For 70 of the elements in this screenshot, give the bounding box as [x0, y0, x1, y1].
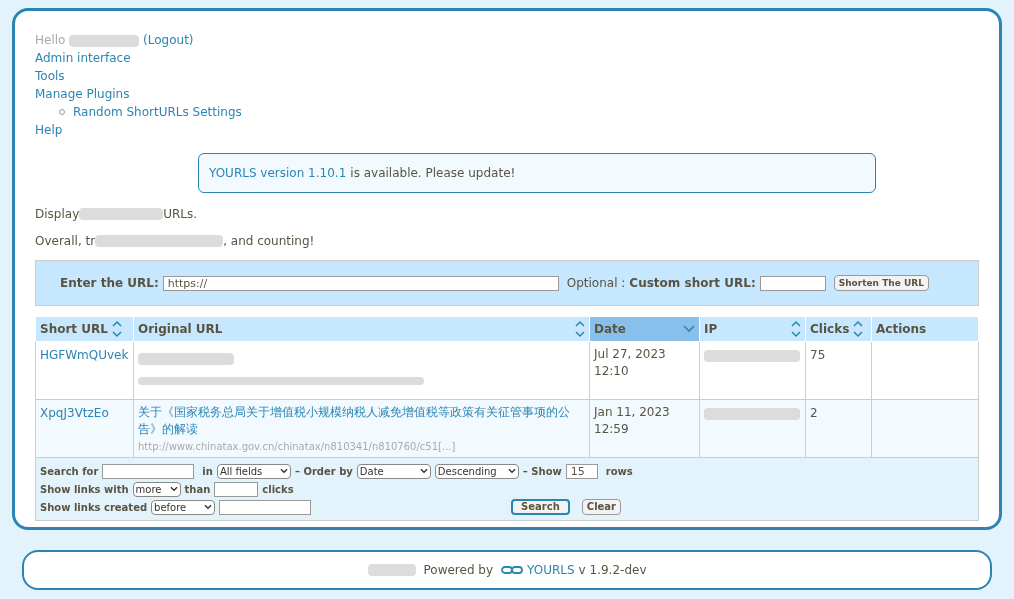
column-header[interactable]: IP: [699, 316, 806, 342]
stats-text: URLs.: [163, 206, 198, 223]
stats-text: Overall, tr: [35, 233, 96, 250]
yourls-link[interactable]: YOURLS: [527, 561, 575, 579]
optional-label: Optional :: [566, 275, 626, 292]
logout-link[interactable]: (Logout): [143, 33, 194, 47]
clicks-count: 2: [810, 406, 818, 420]
greeting-text: Hello: [35, 33, 66, 47]
clicks-field[interactable]: [214, 481, 259, 497]
field-select[interactable]: All fields: [216, 463, 291, 479]
redacted-block: [367, 564, 416, 576]
order-select[interactable]: Date: [356, 463, 431, 479]
date-text: Jul 27, 2023: [594, 346, 667, 363]
page-title-link[interactable]: 关于《国家税务总局关于增值税小规模纳税人减免增值税等政策有关征管事项的公告》的解读: [138, 404, 585, 438]
stats-text: Display: [35, 206, 80, 223]
filter-label: – Order by: [294, 464, 353, 479]
column-header: Actions: [871, 316, 979, 342]
filter-label: Show links created: [40, 500, 148, 515]
column-header[interactable]: Date: [589, 316, 700, 342]
sort-arrows-icon: [791, 320, 801, 338]
url-field[interactable]: https://: [162, 275, 559, 291]
direction-select[interactable]: Descending: [434, 463, 519, 479]
search-button[interactable]: Search: [511, 499, 570, 515]
filter-label: than: [184, 482, 211, 497]
original-url: http://www.chinatax.gov.cn/chinatax/n810341/n810760/c51[...]: [138, 440, 457, 454]
clear-button[interactable]: Clear: [581, 499, 622, 515]
stats-text: , and counting!: [223, 233, 315, 250]
nav-link[interactable]: Help: [35, 123, 63, 137]
url-label: Enter the URL:: [60, 275, 159, 292]
sort-arrows-icon: [575, 320, 585, 338]
filter-label: rows: [605, 464, 633, 479]
filter-label: Search for: [40, 464, 99, 479]
nav-link[interactable]: Tools: [35, 69, 65, 83]
filter-label: in: [202, 464, 213, 479]
caret-icon: [507, 468, 516, 474]
column-header[interactable]: Short URL: [35, 316, 134, 342]
powered-by-text: Powered by: [423, 562, 494, 579]
date-text: Jan 11, 2023: [594, 404, 671, 421]
caret-icon: [279, 468, 288, 474]
version-text: v 1.9.2-dev: [578, 562, 647, 579]
custom-url-field[interactable]: [759, 275, 826, 291]
time-text: 12:59: [594, 421, 630, 438]
caret-icon: [204, 504, 213, 510]
column-header[interactable]: Clicks: [805, 316, 872, 342]
caret-icon: [169, 486, 178, 492]
search-field[interactable]: [102, 463, 195, 479]
filter-label: clicks: [262, 482, 294, 497]
filter-label: Show links with: [40, 482, 129, 497]
nav-link[interactable]: Manage Plugins: [35, 87, 130, 101]
filter-label: – Show: [522, 464, 562, 479]
caret-icon: [419, 468, 428, 474]
comparison-select[interactable]: more: [132, 481, 181, 497]
short-url-link[interactable]: XpqJ3VtzEo: [40, 406, 109, 420]
time-range-select[interactable]: before: [151, 499, 216, 515]
nav-link[interactable]: Admin interface: [35, 51, 131, 65]
column-header[interactable]: Original URL: [133, 316, 590, 342]
shorten-button[interactable]: Shorten The URL: [833, 275, 929, 291]
time-text: 12:10: [594, 363, 630, 380]
link-icon: [501, 565, 524, 575]
notice-text: is available. Please update!: [350, 165, 516, 182]
clicks-count: 75: [810, 348, 826, 362]
rows-field[interactable]: 15: [565, 463, 598, 479]
chevron-down-icon: [683, 325, 695, 333]
nav-link[interactable]: Random ShortURLs Settings: [73, 103, 242, 121]
version-link[interactable]: YOURLS version 1.10.1: [209, 164, 347, 182]
sort-arrows-icon: [853, 320, 864, 338]
sort-arrows-icon: [111, 320, 122, 338]
custom-url-label: Custom short URL:: [629, 275, 756, 292]
redacted-block: [69, 34, 140, 47]
date-field[interactable]: [219, 499, 312, 515]
